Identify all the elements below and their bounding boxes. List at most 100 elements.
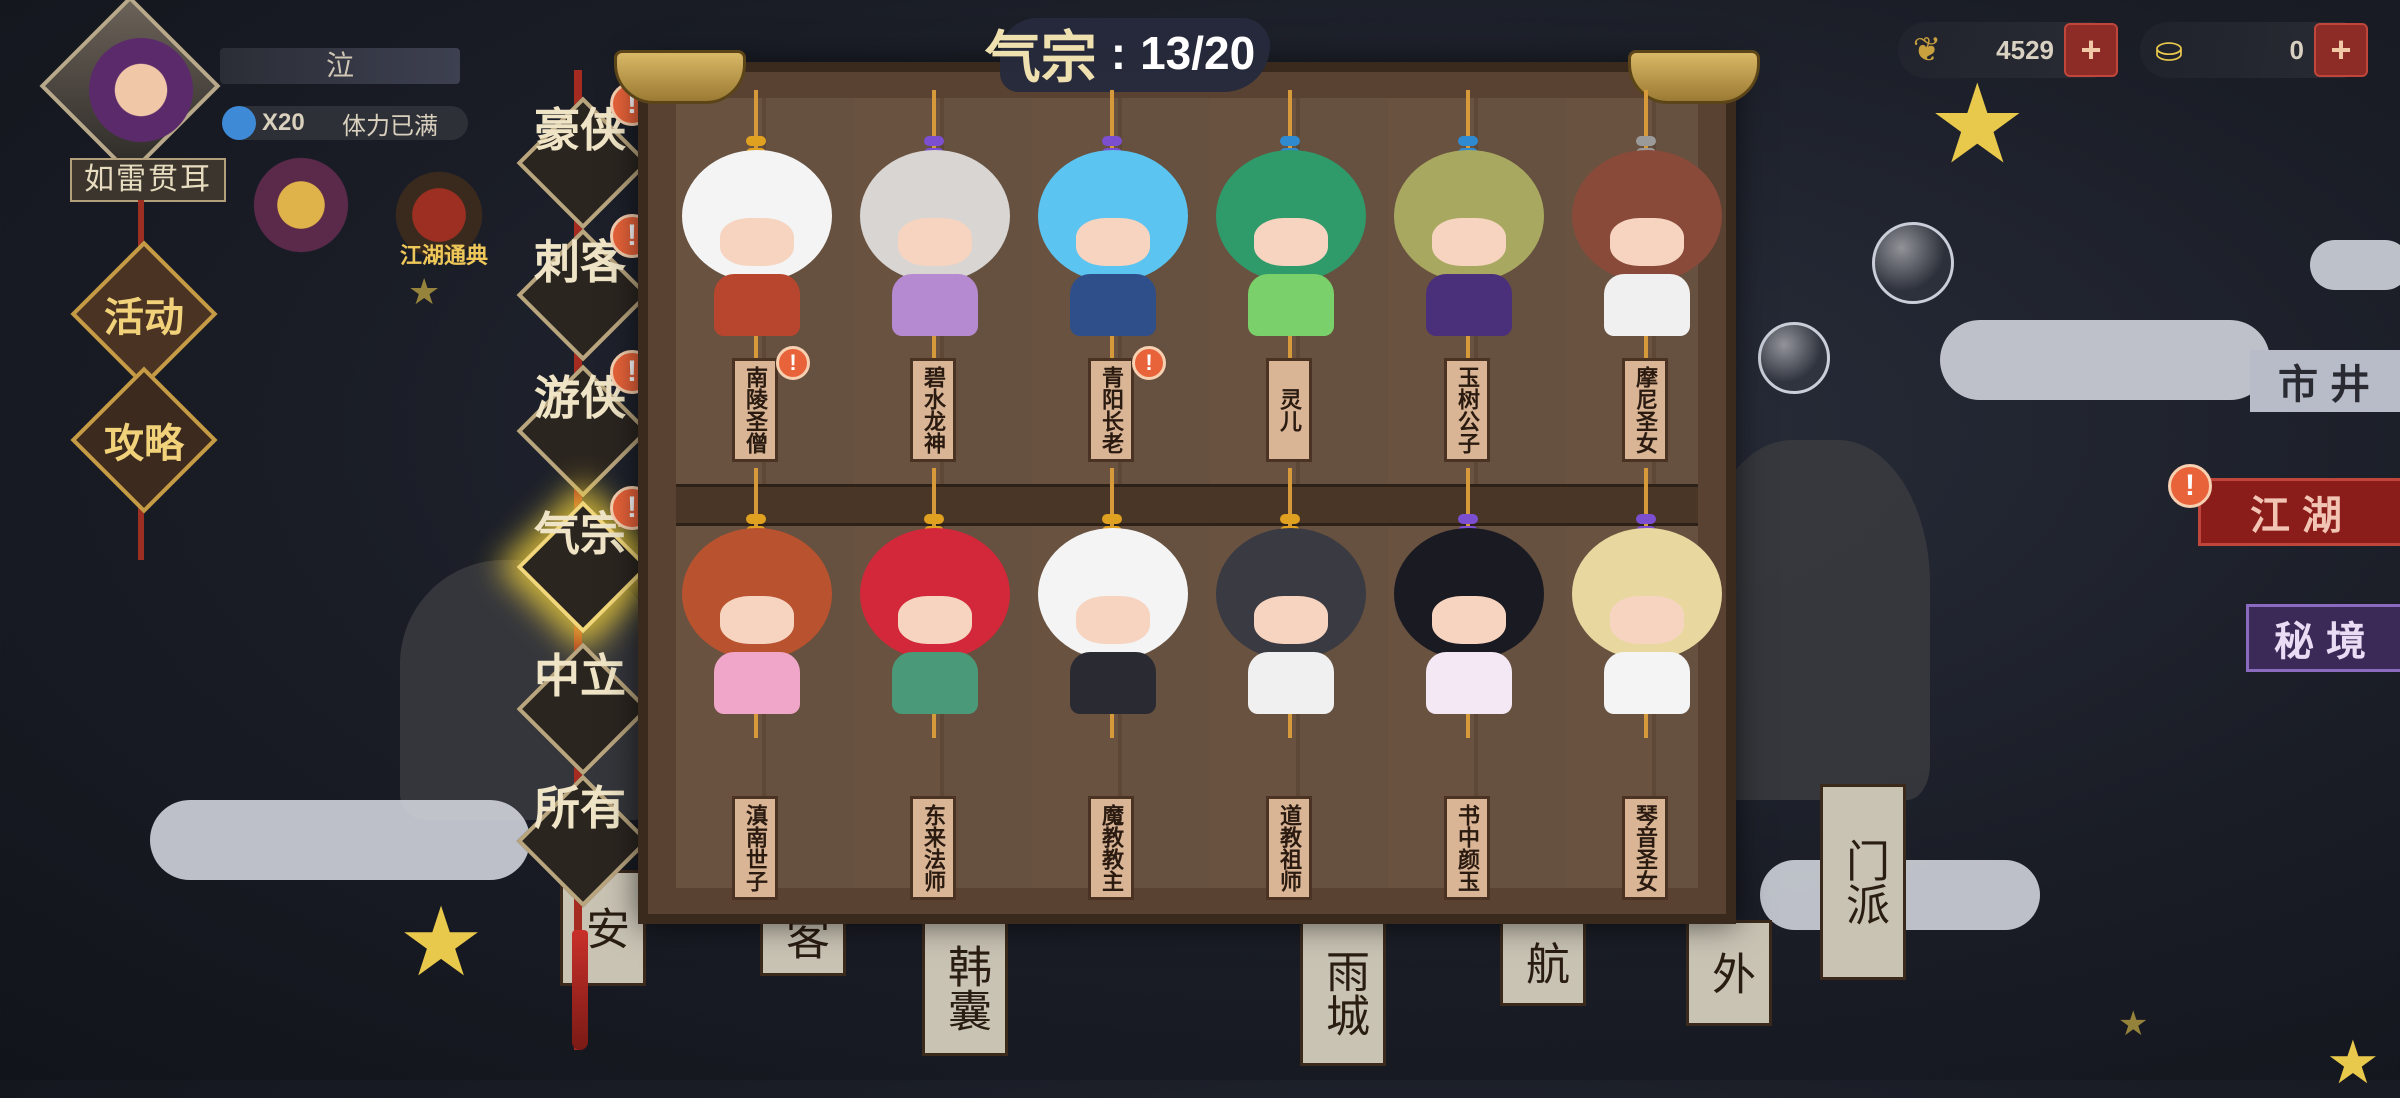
jianghu-guide-label: 江湖通典 bbox=[400, 243, 489, 269]
sect-plaque[interactable]: 门派 bbox=[1820, 784, 1906, 980]
category-tab-cike[interactable]: 刺客 ! bbox=[516, 214, 654, 362]
jianghu-alert-icon: ! bbox=[2168, 464, 2212, 508]
doll-figure[interactable]: 摩尼圣女 bbox=[1562, 90, 1732, 520]
coin-counter: ❦ 4529 + bbox=[1898, 22, 2118, 78]
background-cloud bbox=[150, 800, 530, 880]
avatar bbox=[86, 24, 196, 144]
doll-body bbox=[714, 652, 800, 714]
event-icon[interactable] bbox=[246, 150, 356, 260]
collection-progress: 13/20 bbox=[1140, 27, 1256, 79]
doll-name-tag: 魔教教主 bbox=[1088, 796, 1134, 900]
doll-name-tag: 琴音圣女 bbox=[1622, 796, 1668, 900]
doll-body bbox=[1426, 652, 1512, 714]
player-name: 泣 bbox=[220, 48, 460, 84]
gold-ingot-icon: ⛀ bbox=[2154, 30, 2184, 70]
doll-body bbox=[1070, 274, 1156, 336]
doll-body bbox=[1248, 274, 1334, 336]
coin-value: 4529 bbox=[1996, 34, 2054, 65]
ingot-value: 0 bbox=[2289, 34, 2304, 65]
background-plaque: 航 bbox=[1500, 920, 1586, 1006]
player-avatar[interactable] bbox=[39, 0, 221, 177]
doll-face bbox=[1076, 218, 1150, 266]
doll-body bbox=[892, 274, 978, 336]
doll-face bbox=[1610, 218, 1684, 266]
alert-icon: ! bbox=[1132, 346, 1166, 380]
doll-face bbox=[898, 596, 972, 644]
doll-figure[interactable]: 灵儿 bbox=[1206, 90, 1376, 520]
star-icon: ★ bbox=[2118, 1004, 2149, 1044]
doll-body bbox=[1426, 274, 1512, 336]
doll-name-tag: 道教祖师 bbox=[1266, 796, 1312, 900]
ingot-counter: ⛀ 0 + bbox=[2140, 22, 2368, 78]
category-tab-label: 中立 bbox=[534, 649, 626, 703]
add-ingots-button[interactable]: + bbox=[2314, 23, 2368, 77]
strategy-button[interactable]: 攻略 bbox=[70, 366, 218, 514]
doll-face bbox=[1432, 218, 1506, 266]
doll-body bbox=[892, 652, 978, 714]
doll-figure[interactable]: 玉树公子 bbox=[1384, 90, 1554, 520]
doll-name-tag: 滇南世子 bbox=[732, 796, 778, 900]
category-tab-suoyou[interactable]: 所有 bbox=[516, 774, 650, 908]
doll-face bbox=[1254, 596, 1328, 644]
coin-icon: ❦ bbox=[1912, 30, 1942, 70]
add-coins-button[interactable]: + bbox=[2064, 23, 2118, 77]
doll-figure[interactable]: 东来法师 bbox=[850, 468, 1020, 900]
doll-face bbox=[720, 218, 794, 266]
doll-body bbox=[1604, 652, 1690, 714]
doll-figure[interactable]: 碧水龙神 bbox=[850, 90, 1020, 520]
doll-figure[interactable]: 琴音圣女 bbox=[1562, 468, 1732, 900]
doll-figure[interactable]: 南陵圣僧! bbox=[672, 90, 842, 520]
doll-figure[interactable]: 书中颜玉 bbox=[1384, 468, 1554, 900]
category-tab-youxia[interactable]: 游侠 ! bbox=[516, 350, 654, 498]
doll-face bbox=[720, 596, 794, 644]
star-icon: ★ bbox=[1928, 60, 2027, 188]
jianghu-button[interactable]: 江湖 bbox=[2198, 478, 2400, 546]
doll-name-tag: 书中颜玉 bbox=[1444, 796, 1490, 900]
background-plaque: 外 bbox=[1686, 920, 1772, 1026]
star-icon: ★ bbox=[398, 886, 485, 998]
category-tab-zhongli[interactable]: 中立 bbox=[516, 642, 650, 776]
doll-name-tag: 玉树公子 bbox=[1444, 358, 1490, 462]
star-icon: ★ bbox=[2326, 1028, 2380, 1098]
doll-face bbox=[1610, 596, 1684, 644]
doll-figure[interactable]: 魔教教主 bbox=[1028, 468, 1198, 900]
strategy-label: 攻略 bbox=[104, 420, 184, 467]
category-tab-haoxia[interactable]: 豪侠 ! bbox=[516, 82, 654, 230]
doll-face bbox=[1254, 218, 1328, 266]
collection-category: 气宗 bbox=[984, 24, 1097, 91]
category-tab-qizong[interactable]: 气宗 ! bbox=[516, 486, 654, 634]
doll-name-tag: 东来法师 bbox=[910, 796, 956, 900]
alert-icon: ! bbox=[776, 346, 810, 380]
doll-face bbox=[898, 218, 972, 266]
player-title[interactable]: 如雷贯耳 bbox=[70, 158, 226, 202]
doll-body bbox=[714, 274, 800, 336]
doll-body bbox=[1248, 652, 1334, 714]
doll-figure[interactable]: 青阳长老! bbox=[1028, 90, 1198, 520]
doll-body bbox=[1070, 652, 1156, 714]
stamina-count: X20 bbox=[262, 109, 305, 136]
star-icon: ★ bbox=[408, 272, 441, 313]
doll-face bbox=[1076, 596, 1150, 644]
doll-name-tag: 南陵圣僧 bbox=[732, 358, 778, 462]
market-button[interactable]: 市井 bbox=[2250, 350, 2400, 412]
background-cloud bbox=[1940, 320, 2270, 400]
background-plaque: 雨城 bbox=[1300, 920, 1386, 1066]
doll-body bbox=[1604, 274, 1690, 336]
doll-name-tag: 摩尼圣女 bbox=[1622, 358, 1668, 462]
doll-name-tag: 碧水龙神 bbox=[910, 358, 956, 462]
background-plaque: 韩囊 bbox=[922, 920, 1008, 1056]
collection-title: 气宗 : 13/20 bbox=[950, 12, 1290, 94]
doll-figure[interactable]: 滇南世子 bbox=[672, 468, 842, 900]
stamina-status: 体力已满 bbox=[342, 111, 438, 140]
category-tab-label: 所有 bbox=[534, 781, 626, 835]
secret-realm-button[interactable]: 秘境 bbox=[2246, 604, 2400, 672]
bubble-decoration bbox=[1758, 322, 1830, 394]
doll-name-tag: 青阳长老 bbox=[1088, 358, 1134, 462]
background-cloud bbox=[2310, 240, 2400, 290]
doll-name-tag: 灵儿 bbox=[1266, 358, 1312, 462]
stamina-bar[interactable]: X20 体力已满 bbox=[222, 106, 468, 140]
collection-separator: : bbox=[1110, 27, 1127, 79]
stamina-icon bbox=[222, 106, 256, 140]
doll-figure[interactable]: 道教祖师 bbox=[1206, 468, 1376, 900]
bubble-decoration bbox=[1872, 222, 1954, 304]
